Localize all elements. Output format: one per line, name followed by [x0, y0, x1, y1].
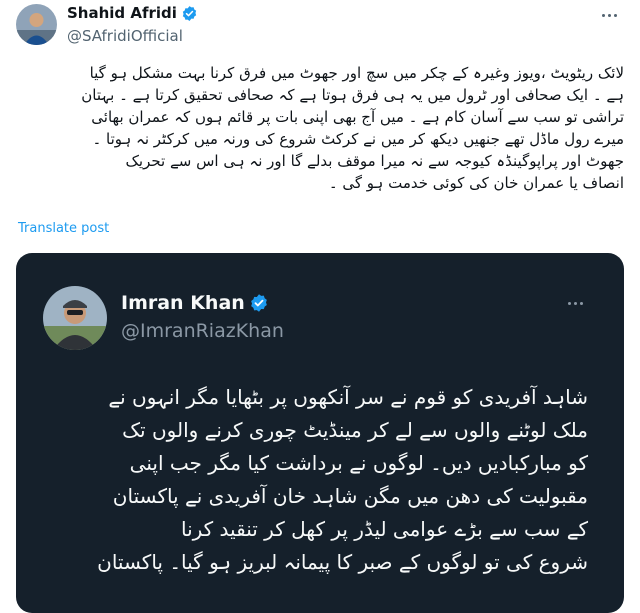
- author-name-row: Shahid Afridi: [67, 4, 198, 22]
- quoted-tweet-card[interactable]: Imran Khan @ImranRiazKhan شاہد آفریدی کو…: [16, 253, 624, 613]
- tweet-text-line: انصاف یا عمران خان کی کوئی خدمت ہو گی ۔: [328, 174, 624, 192]
- author-name[interactable]: Shahid Afridi: [67, 4, 177, 22]
- quoted-text-line: مقبولیت کی دھن میں مگن شاہد خان آفریدی ن…: [112, 484, 588, 508]
- more-options-icon[interactable]: [602, 14, 617, 17]
- quoted-author-avatar[interactable]: [43, 286, 107, 350]
- quoted-author-name-row: Imran Khan: [121, 292, 269, 314]
- quoted-author-handle[interactable]: @ImranRiazKhan: [121, 320, 284, 342]
- quoted-text-line: کے سب سے بڑے عوامی لیڈر پر کھل کر تنقید …: [180, 517, 588, 541]
- author-avatar[interactable]: [16, 4, 57, 45]
- quoted-text-line: کو مبارکبادیں دیں۔ لوگوں نے برداشت کیا م…: [129, 451, 588, 475]
- quoted-author-name[interactable]: Imran Khan: [121, 292, 245, 314]
- quoted-text-line: شاہد آفریدی کو قوم نے سر آنکھوں پر بٹھای…: [108, 385, 588, 409]
- translate-post-link[interactable]: Translate post: [18, 221, 109, 236]
- tweet-text-line: میرے رول ماڈل تھے جنھیں دیکھ کر میں نے ک…: [92, 130, 624, 148]
- quoted-text-line: ملک لوٹنے والوں سے لے کر مینڈیٹ چوری کرن…: [122, 418, 588, 442]
- verified-badge-icon: [182, 5, 197, 21]
- verified-badge-icon: [250, 294, 267, 312]
- quoted-tweet-text: شاہد آفریدی کو قوم نے سر آنکھوں پر بٹھای…: [34, 381, 588, 579]
- tweet-text-line: ہے ۔ ایک صحافی اور ٹرول میں یہ ہی فرق ہو…: [81, 86, 624, 104]
- tweet-text-line: جھوٹ اور پراپوگینڈہ کیوجہ سے نہ میرا موق…: [125, 152, 624, 170]
- author-handle[interactable]: @SAfridiOfficial: [67, 27, 183, 45]
- more-options-icon[interactable]: [568, 302, 583, 305]
- tweet-text-line: تراشی تو سب سے آسان کام ہے ۔ میں آج بھی …: [91, 108, 624, 126]
- tweet-text-line: لائک ریٹویٹ ،ویوز وغیرہ کے چکر میں سچ او…: [89, 64, 624, 82]
- quoted-text-line: شروع کی تو لوگوں کے صبر کا پیمانہ لبریز …: [97, 550, 588, 574]
- tweet-text: لائک ریٹویٹ ،ویوز وغیرہ کے چکر میں سچ او…: [18, 62, 624, 194]
